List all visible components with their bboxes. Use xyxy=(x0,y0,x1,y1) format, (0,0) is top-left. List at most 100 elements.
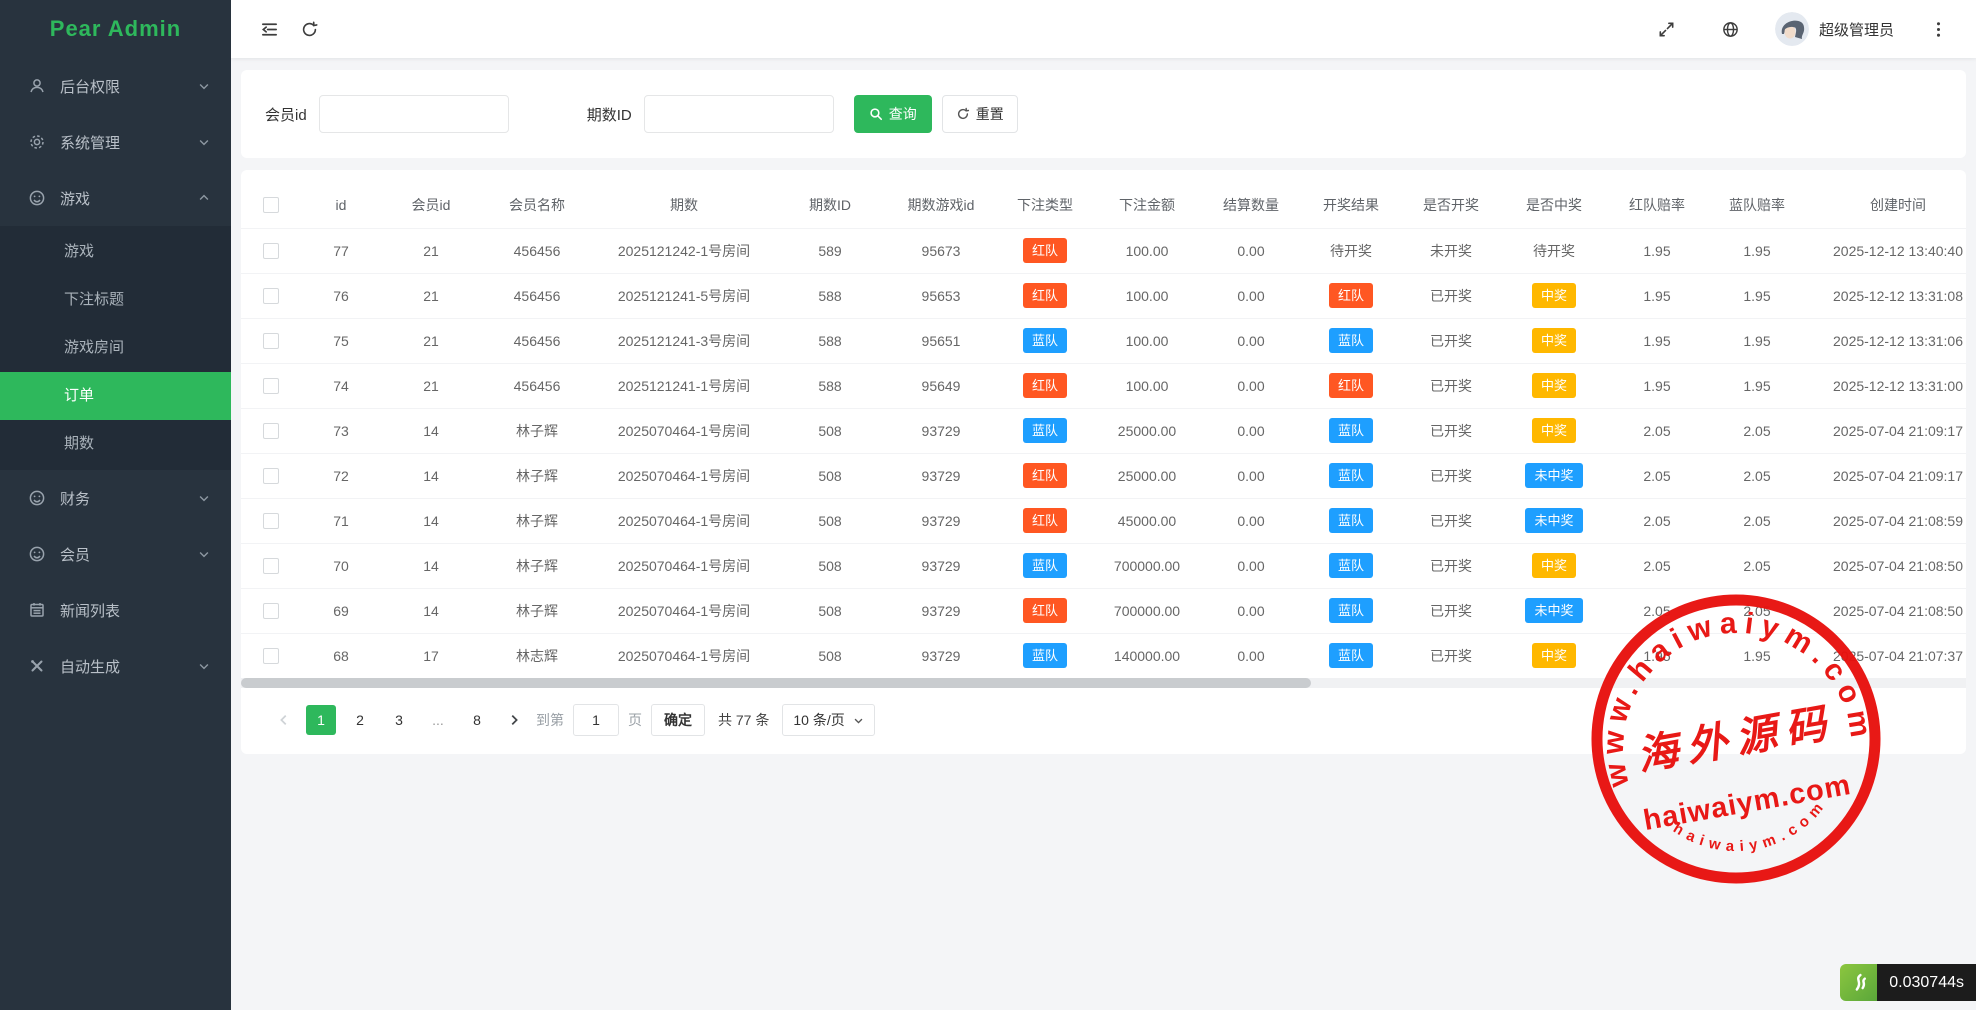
refresh-button[interactable] xyxy=(289,9,329,49)
cell-bet-amount: 100.00 xyxy=(1093,228,1201,273)
is-win-badge: 中奖 xyxy=(1532,283,1576,308)
cell-period-game-id: 95673 xyxy=(885,228,997,273)
cell-bet-amount: 700000.00 xyxy=(1093,588,1201,633)
smile-icon xyxy=(28,489,46,507)
cell-result: 蓝队 xyxy=(1301,633,1401,678)
row-checkbox[interactable] xyxy=(263,648,279,664)
confirm-jump-button[interactable]: 确定 xyxy=(651,704,705,736)
jump-page-input[interactable] xyxy=(573,704,619,736)
fullscreen-button[interactable] xyxy=(1647,9,1687,49)
top-header: 超级管理员 xyxy=(231,0,1976,58)
language-button[interactable] xyxy=(1711,9,1751,49)
period-id-input[interactable] xyxy=(644,95,834,133)
page-button[interactable]: 2 xyxy=(345,705,375,735)
row-checkbox[interactable] xyxy=(263,333,279,349)
cell-bet-amount: 25000.00 xyxy=(1093,453,1201,498)
cell-result: 待开奖 xyxy=(1301,228,1401,273)
refresh-icon xyxy=(300,20,319,39)
user-menu[interactable]: 超级管理员 xyxy=(1775,12,1894,46)
search-button[interactable]: 查询 xyxy=(854,95,932,133)
cell-period: 2025121241-3号房间 xyxy=(593,318,775,363)
cell-member-id: 21 xyxy=(381,363,481,408)
cell-id: 74 xyxy=(301,363,381,408)
sidebar-item-news-list[interactable]: 新闻列表 xyxy=(0,582,231,638)
cell-result: 红队 xyxy=(1301,363,1401,408)
chevron-right-icon xyxy=(507,713,521,727)
next-page-button[interactable] xyxy=(501,705,527,735)
cell-blue-odds: 1.95 xyxy=(1707,633,1807,678)
horizontal-scrollbar-thumb[interactable] xyxy=(241,678,1311,688)
result-badge: 红队 xyxy=(1329,283,1373,308)
execution-time: 0.030744s xyxy=(1877,964,1976,1001)
more-menu-button[interactable] xyxy=(1918,9,1958,49)
bet-type-badge: 蓝队 xyxy=(1023,553,1067,578)
column-header: 下注金额 xyxy=(1093,182,1201,228)
sidebar-item-members[interactable]: 会员 xyxy=(0,526,231,582)
sidebar-item-auto-generate[interactable]: 自动生成 xyxy=(0,638,231,694)
is-win-badge: 中奖 xyxy=(1532,643,1576,668)
row-checkbox[interactable] xyxy=(263,603,279,619)
row-checkbox[interactable] xyxy=(263,288,279,304)
sidebar-item-game-room[interactable]: 游戏房间 xyxy=(0,324,231,372)
sidebar-item-bet-title[interactable]: 下注标题 xyxy=(0,276,231,324)
sidebar-item-game[interactable]: 游戏 xyxy=(0,170,231,226)
table-scroll-area: id会员id会员名称期数期数ID期数游戏id下注类型下注金额结算数量开奖结果是否… xyxy=(241,182,1966,678)
gear-icon xyxy=(28,133,46,151)
pagination: 123...8 到第 页 确定 共 77 条 10 条/页 xyxy=(241,688,1966,754)
debug-toolbar[interactable]: 0.030744s xyxy=(1840,964,1976,1001)
result-badge: 红队 xyxy=(1329,373,1373,398)
chevron-down-icon xyxy=(853,715,864,726)
sidebar-item-finance[interactable]: 财务 xyxy=(0,470,231,526)
cell-result: 红队 xyxy=(1301,273,1401,318)
cell-settle-amount: 0.00 xyxy=(1201,453,1301,498)
page-size-value: 10 条/页 xyxy=(793,710,844,730)
thinkphp-flame-icon xyxy=(1840,964,1877,1001)
cell-id: 72 xyxy=(301,453,381,498)
page-button[interactable]: 3 xyxy=(384,705,414,735)
row-checkbox[interactable] xyxy=(263,243,279,259)
table-row: 6914林子辉2025070464-1号房间50893729红队700000.0… xyxy=(241,588,1966,633)
prev-page-button[interactable] xyxy=(271,705,297,735)
cell-settle-amount: 0.00 xyxy=(1201,543,1301,588)
sidebar-item-label: 自动生成 xyxy=(60,656,120,677)
cell-created-at: 2025-12-12 13:40:40 xyxy=(1807,228,1966,273)
period-id-label: 期数ID xyxy=(587,104,632,125)
sidebar-item-game-sub[interactable]: 游戏 xyxy=(0,228,231,276)
chevron-left-icon xyxy=(277,713,291,727)
page-button[interactable]: 8 xyxy=(462,705,492,735)
cell-bet-amount: 700000.00 xyxy=(1093,543,1201,588)
row-checkbox[interactable] xyxy=(263,423,279,439)
bet-type-badge: 蓝队 xyxy=(1023,418,1067,443)
cell-is-win: 中奖 xyxy=(1501,408,1607,453)
row-checkbox[interactable] xyxy=(263,513,279,529)
member-id-input[interactable] xyxy=(319,95,509,133)
sidebar-item-backend-permissions[interactable]: 后台权限 xyxy=(0,58,231,114)
cell-member-name: 林志辉 xyxy=(481,633,593,678)
page-size-select[interactable]: 10 条/页 xyxy=(782,704,874,736)
sidebar-item-periods[interactable]: 期数 xyxy=(0,420,231,468)
is-win-badge: 未中奖 xyxy=(1525,463,1582,488)
cell-is-drawn: 已开奖 xyxy=(1401,363,1501,408)
row-checkbox[interactable] xyxy=(263,468,279,484)
select-all-checkbox[interactable] xyxy=(263,197,279,213)
cell-member-name: 林子辉 xyxy=(481,498,593,543)
cell-member-name: 林子辉 xyxy=(481,543,593,588)
smile-icon xyxy=(28,545,46,563)
cell-is-win: 未中奖 xyxy=(1501,453,1607,498)
cell-period: 2025070464-1号房间 xyxy=(593,588,775,633)
sidebar-item-orders[interactable]: 订单 xyxy=(0,372,231,420)
page-button[interactable]: 1 xyxy=(306,705,336,735)
row-checkbox[interactable] xyxy=(263,558,279,574)
horizontal-scrollbar[interactable] xyxy=(241,678,1966,688)
kebab-icon xyxy=(1929,20,1948,39)
reset-button[interactable]: 重置 xyxy=(942,95,1018,133)
row-checkbox[interactable] xyxy=(263,378,279,394)
collapse-sidebar-button[interactable] xyxy=(249,9,289,49)
cell-is-drawn: 已开奖 xyxy=(1401,408,1501,453)
bet-type-badge: 红队 xyxy=(1023,238,1067,263)
bet-type-badge: 蓝队 xyxy=(1023,328,1067,353)
sidebar-item-system-management[interactable]: 系统管理 xyxy=(0,114,231,170)
search-icon xyxy=(869,107,883,121)
cell-created-at: 2025-07-04 21:08:59 xyxy=(1807,498,1966,543)
user-icon xyxy=(28,77,46,95)
